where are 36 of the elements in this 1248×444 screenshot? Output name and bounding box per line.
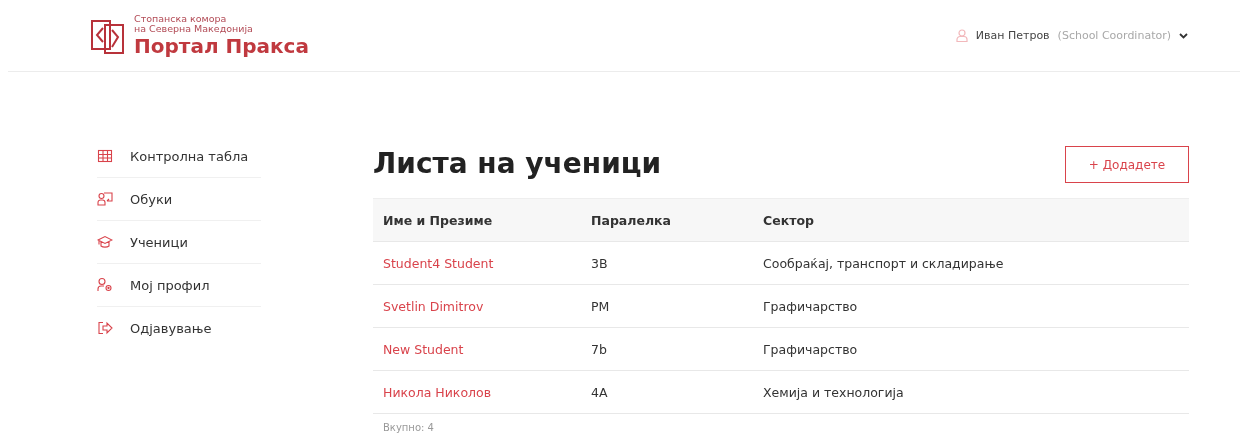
grid-icon xyxy=(97,148,113,164)
portal-title: Портал Пракса xyxy=(134,33,309,58)
user-icon xyxy=(955,29,968,42)
sidebar-item[interactable]: Контролна табла xyxy=(97,135,261,178)
logout-icon xyxy=(97,320,113,336)
column-header: Сектор xyxy=(753,198,1189,242)
table-cell: Сообраќај, транспорт и складирање xyxy=(753,241,1189,285)
sidebar-item[interactable]: Мој профил xyxy=(97,264,261,307)
organization-name: Стопанска комора xyxy=(134,13,227,24)
column-header: Паралелка xyxy=(581,198,753,242)
table-cell: Графичарство xyxy=(753,284,1189,328)
logo-icon xyxy=(90,17,126,54)
table-cell: 3B xyxy=(581,241,753,285)
student-link[interactable]: New Student xyxy=(383,341,464,357)
table-cell: Хемија и технологија xyxy=(753,370,1189,414)
user-name[interactable]: Иван Петров xyxy=(975,29,1050,42)
presentation-icon xyxy=(97,191,113,207)
page-title: Листа на ученици xyxy=(373,146,662,180)
graduation-cap-icon xyxy=(97,234,113,250)
total-count: Вкупно: 4 xyxy=(382,421,435,433)
table-cell: Графичарство xyxy=(753,327,1189,371)
sidebar-item[interactable]: Ученици xyxy=(97,221,261,264)
student-link[interactable]: Student4 Student xyxy=(383,255,494,271)
chevron-down-icon[interactable] xyxy=(1179,32,1188,39)
table-cell: PM xyxy=(581,284,753,328)
student-link[interactable]: Никола Николов xyxy=(383,384,492,400)
sidebar-item[interactable]: Одјавување xyxy=(97,307,261,349)
student-link[interactable]: Svetlin Dimitrov xyxy=(383,298,484,314)
table-cell: 4A xyxy=(581,370,753,414)
table-cell: 7b xyxy=(581,327,753,371)
sidebar-item[interactable]: Обуки xyxy=(97,178,261,221)
organization-name: на Северна Македонија xyxy=(134,23,254,34)
user-gear-icon xyxy=(97,277,113,293)
add-button[interactable]: + Додадете xyxy=(1065,146,1189,183)
user-role: (School Coordinator) xyxy=(1057,29,1171,42)
column-header: Име и Презиме xyxy=(373,198,581,242)
